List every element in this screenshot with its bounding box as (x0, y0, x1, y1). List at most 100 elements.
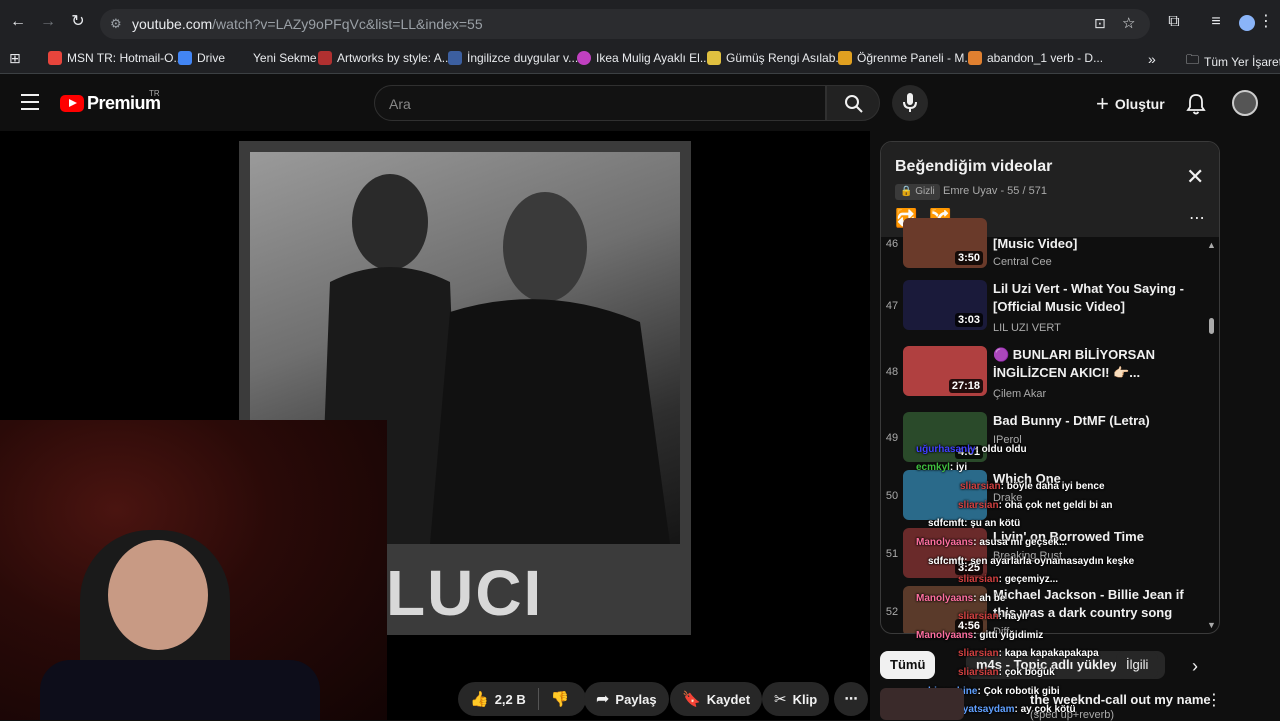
bookmark-item[interactable]: MSN TR: Hotmail-O... (48, 51, 183, 65)
bookmark-favicon-icon (968, 51, 982, 65)
chat-message: Manolyaans: ah be (916, 593, 1006, 604)
profile-avatar[interactable] (1239, 15, 1255, 31)
bookmark-favicon-icon (707, 51, 721, 65)
lock-icon: 🔒 (900, 186, 913, 197)
browser-toolbar: ← → ↻ ⚙ youtube.com/watch?v=LAZy9oPFqVc&… (0, 0, 1280, 44)
bookmark-item[interactable]: abandon_1 verb - D... (968, 51, 1103, 65)
bookmark-item[interactable]: Ikea Mulig Ayaklı El... (577, 51, 710, 65)
more-options-icon[interactable]: ⋯ (1189, 208, 1205, 228)
site-info-icon[interactable]: ⚙ (110, 16, 122, 32)
chat-message: sliarsian: oha çok net geldi bi an (958, 500, 1113, 511)
scrollbar-thumb[interactable] (1209, 318, 1214, 334)
chat-message: sliarsian: böyle daha iyi bence (960, 481, 1105, 492)
back-icon[interactable]: ← (8, 12, 28, 32)
playlist-title[interactable]: Beğendiğim videolar (895, 158, 1052, 176)
next-video-thumbnail[interactable] (880, 688, 964, 720)
bookmark-star-icon[interactable]: ☆ (1122, 14, 1135, 32)
chip-related[interactable]: İlgili (1116, 651, 1159, 679)
video-thumbnail: 3:25 (903, 528, 987, 578)
create-button[interactable]: + Oluştur (1096, 92, 1165, 116)
scroll-down-arrow-icon[interactable]: ▼ (1207, 620, 1216, 630)
scroll-up-arrow-icon[interactable]: ▲ (1207, 240, 1216, 250)
more-bookmarks-button[interactable]: » (1148, 51, 1156, 67)
apps-grid-icon[interactable]: ⊞ (9, 50, 21, 67)
install-icon[interactable]: ⊡ (1094, 15, 1106, 32)
chat-message: sliarsian: geçemiyz... (958, 574, 1059, 585)
chip-all[interactable]: Tümü (880, 651, 936, 679)
face (108, 540, 208, 650)
video-thumbnail: 3:03 (903, 280, 987, 330)
privacy-badge: 🔒 Gizli (895, 184, 940, 200)
cover-title: LUCI (386, 557, 544, 629)
share-button[interactable]: ➦ Paylaş (584, 682, 669, 716)
like-icon[interactable]: 👍 (470, 690, 489, 708)
chat-message: sdfcmft: sen ayarlarla oynamasaydın keşk… (928, 556, 1135, 567)
youtube-logo-icon (60, 95, 84, 112)
voice-search-button[interactable] (892, 85, 928, 121)
video-thumbnail: 3:50 (903, 218, 987, 268)
bookmark-item[interactable]: İngilizce duygular v... (448, 51, 578, 65)
playlist-item[interactable]: 48 27:18 🟣 BUNLARI BİLİYORSAN İNGİLİZCEN… (881, 342, 1211, 404)
bookmark-icon: 🔖 (682, 691, 701, 708)
bookmark-item[interactable]: Yeni Sekme (234, 51, 317, 65)
share-icon: ➦ (596, 691, 610, 708)
bookmark-favicon-icon (48, 51, 62, 65)
chat-message: Manolyaans: gitti yiğidimiz (916, 630, 1044, 641)
close-icon[interactable]: ✕ (1186, 164, 1204, 190)
playlist-item[interactable]: 47 3:03 Lil Uzi Vert - What You Saying -… (881, 276, 1211, 338)
chat-message: sliarsian: hayır (958, 611, 1029, 622)
chat-message: sdfcmft: şu an kötü (928, 518, 1021, 529)
next-video-more-icon[interactable]: ⋮ (1206, 690, 1222, 710)
bookmark-favicon-icon (838, 51, 852, 65)
bookmark-favicon-icon (234, 51, 248, 65)
forward-icon[interactable]: → (38, 12, 58, 32)
url-host: youtube.com (132, 16, 213, 32)
bookmark-favicon-icon (178, 51, 192, 65)
bookmark-item[interactable]: Öğrenme Paneli - M... (838, 51, 974, 65)
extensions-icon[interactable]: ⧉ (1164, 12, 1184, 32)
bookmark-item[interactable]: Artworks by style: A... (318, 51, 452, 65)
bookmark-favicon-icon (577, 51, 591, 65)
chat-message: sliarsian: çok boğuk (958, 667, 1055, 678)
search-icon (845, 95, 863, 113)
bookmark-favicon-icon (448, 51, 462, 65)
microphone-icon (903, 93, 917, 112)
save-button[interactable]: 🔖 Kaydet (670, 682, 763, 716)
more-horizontal-icon: ⋯ (844, 691, 858, 706)
media-icon[interactable]: ≡ (1206, 12, 1226, 32)
more-actions-button[interactable]: ⋯ (834, 682, 868, 716)
like-count[interactable]: 2,2 B (495, 692, 526, 707)
chat-message: ecmkyl: iyi (916, 462, 968, 473)
playlist-item[interactable]: 46 3:50 [Music Video] Central Cee (881, 218, 1211, 272)
menu-icon[interactable]: ⋮ (1256, 12, 1276, 32)
clip-button[interactable]: ✂ Klip (762, 682, 830, 716)
next-video-title[interactable]: the weeknd-call out my name (1030, 692, 1211, 707)
account-avatar[interactable] (1232, 90, 1258, 116)
bookmarks-bar: ⊞ MSN TR: Hotmail-O... Drive Yeni Sekme … (0, 44, 1280, 74)
notifications-bell-icon[interactable] (1186, 93, 1206, 115)
hamburger-menu-icon[interactable] (21, 94, 39, 110)
chat-message: uğurhasanly: oldu oldu (916, 444, 1027, 455)
dislike-icon[interactable]: 👎 (551, 690, 570, 708)
chat-message: Manolyaans: asusa mı geçsek... (916, 537, 1068, 548)
chevron-right-icon[interactable]: › (1192, 656, 1198, 677)
next-video-subtitle: (sped up+reverb) (1030, 709, 1115, 721)
all-bookmarks-folder[interactable]: 🗀Tüm Yer İşaretle (1186, 51, 1280, 73)
playlist-owner-progress: Emre Uyav - 55 / 571 (943, 185, 1047, 197)
youtube-premium-logo[interactable]: Premium TR (60, 89, 161, 118)
search-button[interactable] (826, 85, 880, 121)
search-input[interactable]: Ara (374, 85, 826, 121)
chat-message: sliarsian: kapa kapakapakapa (958, 648, 1099, 659)
like-dislike-group: 👍 2,2 B 👎 (458, 682, 586, 716)
bookmark-item[interactable]: Gümüş Rengi Asılab... (707, 51, 845, 65)
bookmark-item[interactable]: Drive (178, 51, 225, 65)
address-bar[interactable]: ⚙ youtube.com/watch?v=LAZy9oPFqVc&list=L… (100, 9, 1150, 39)
bookmark-favicon-icon (318, 51, 332, 65)
webcam-overlay (0, 420, 387, 720)
playlist-item[interactable]: 49 4:01 Bad Bunny - DtMF (Letra) IPerol (881, 408, 1211, 470)
playlist-item[interactable]: 52 4:56 Michael Jackson - Billie Jean if… (881, 582, 1211, 633)
folder-icon: 🗀 (1186, 52, 1200, 67)
video-thumbnail: 27:18 (903, 346, 987, 396)
reload-icon[interactable]: ↻ (68, 12, 88, 32)
video-thumbnail (903, 470, 987, 520)
